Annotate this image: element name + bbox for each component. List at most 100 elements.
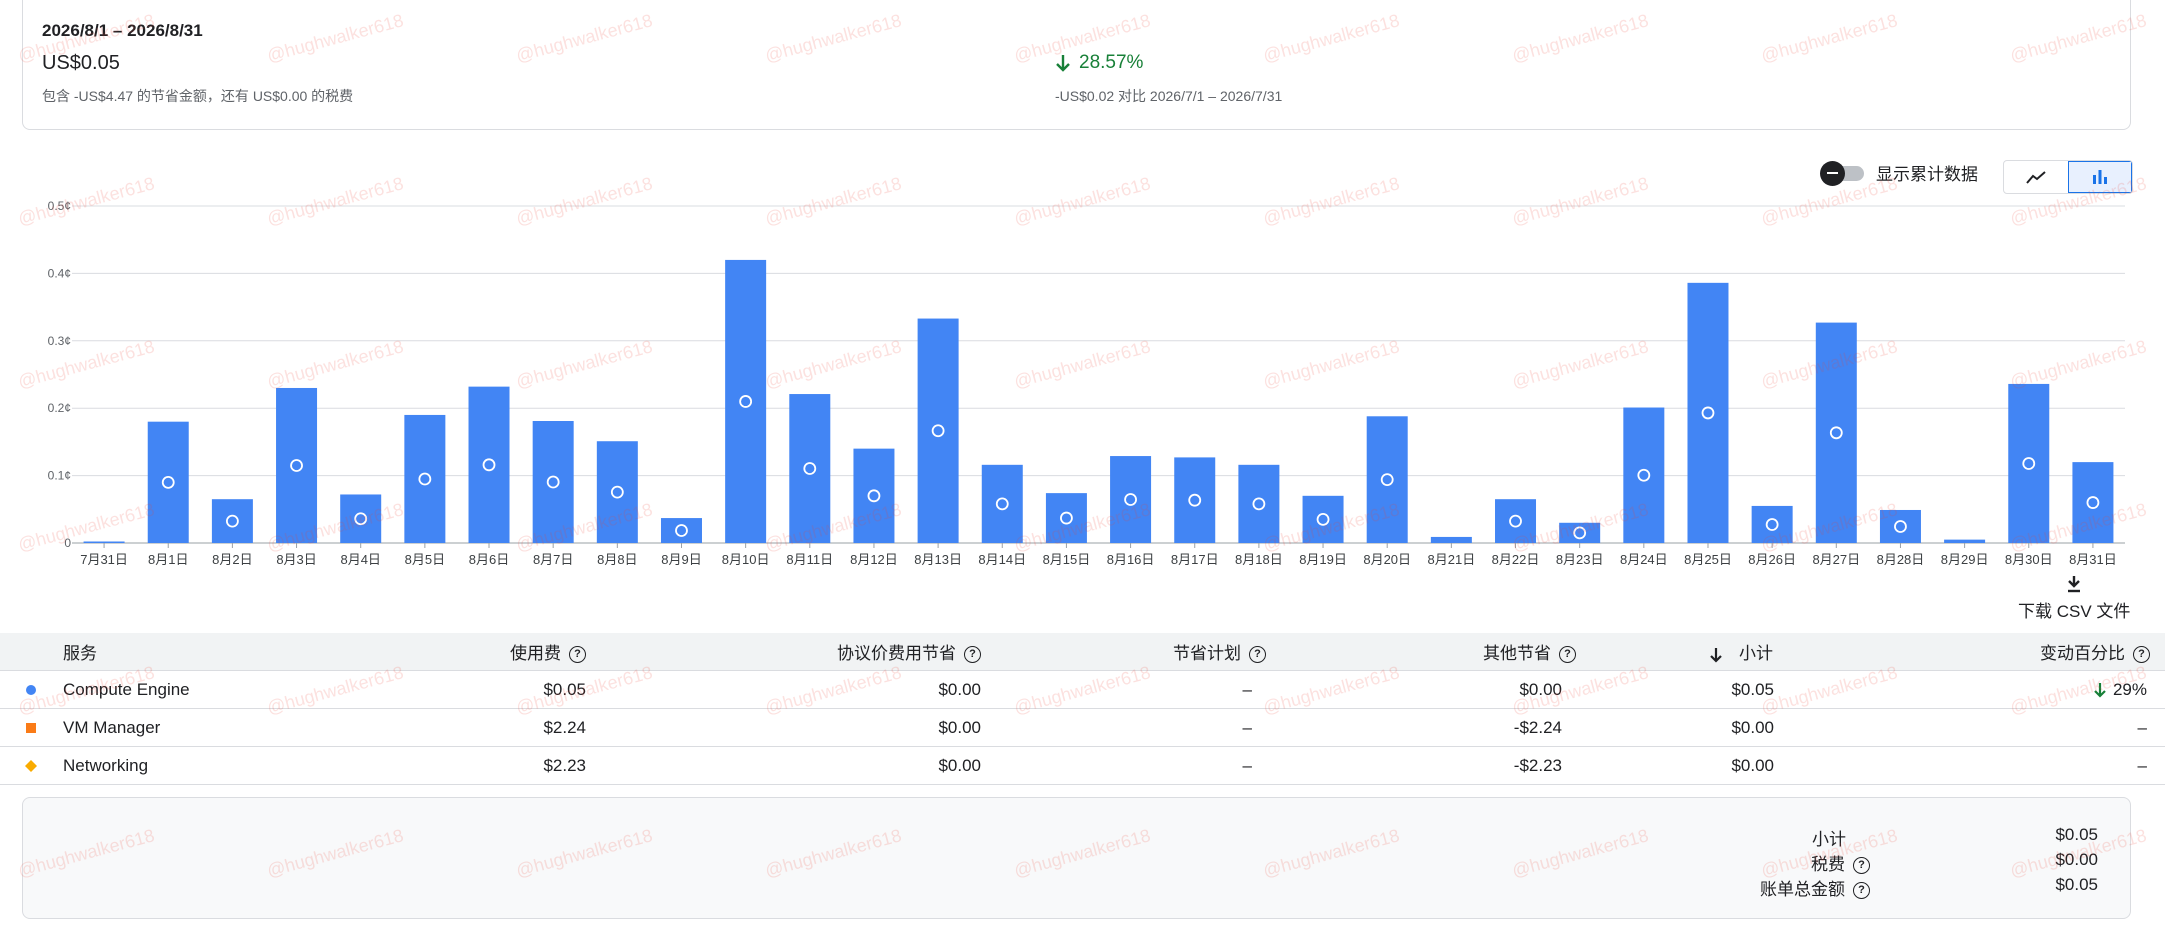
bar[interactable] <box>1687 282 1729 543</box>
arrow-down-icon <box>2094 683 2106 698</box>
help-icon[interactable]: ? <box>569 646 586 664</box>
usage-cost: $2.23 <box>442 746 587 785</box>
cost-note: 包含 -US$4.47 的节省金额，还有 US$0.00 的税费 <box>42 88 354 104</box>
tax-value: $0.00 <box>2055 850 2098 869</box>
table-row[interactable]: Networking $2.23 $0.00 – -$2.23 $0.00 – <box>0 746 2165 785</box>
x-tick-label: 8月5日 <box>405 552 445 567</box>
download-csv-button[interactable]: 下载 CSV 文件 <box>2018 575 2130 622</box>
y-tick-label: 0 <box>64 536 71 550</box>
bar[interactable] <box>660 518 702 543</box>
tax-label: 税费? <box>1811 850 1870 875</box>
bar[interactable] <box>1495 499 1537 543</box>
bar[interactable] <box>596 441 638 543</box>
cumulative-toggle[interactable] <box>1820 160 1866 186</box>
x-tick-label: 8月15日 <box>1043 552 1091 567</box>
bar[interactable] <box>1559 522 1601 543</box>
bar[interactable] <box>1430 536 1472 543</box>
help-icon[interactable]: ? <box>1249 646 1266 664</box>
change-pct-cell: – <box>1802 746 2165 785</box>
bar[interactable] <box>468 386 510 543</box>
x-tick-label: 8月2日 <box>212 552 252 567</box>
x-tick-label: 8月9日 <box>661 552 701 567</box>
service-name: Compute Engine <box>62 670 442 709</box>
bar[interactable] <box>725 259 767 543</box>
bar[interactable] <box>83 541 125 544</box>
x-tick-label: 8月21日 <box>1428 552 1476 567</box>
bar[interactable] <box>1944 539 1986 543</box>
col-service[interactable]: 服务 <box>62 633 442 671</box>
x-tick-label: 8月13日 <box>914 552 962 567</box>
bar[interactable] <box>981 464 1023 543</box>
help-icon[interactable]: ? <box>1559 646 1576 664</box>
series-marker-circle <box>26 685 36 696</box>
x-tick-label: 8月20日 <box>1363 552 1411 567</box>
table-row[interactable]: Compute Engine $0.05 $0.00 – $0.00 $0.05… <box>0 670 2165 709</box>
change-percent: 28.57% <box>1079 52 1144 73</box>
bar[interactable] <box>1045 493 1087 543</box>
bar-view-button[interactable] <box>2067 161 2132 193</box>
bar[interactable] <box>1366 416 1408 543</box>
bar[interactable] <box>853 448 895 543</box>
col-negotiated[interactable]: 协议价费用节省? <box>587 633 982 671</box>
table-row[interactable]: VM Manager $2.24 $0.00 – -$2.24 $0.00 – <box>0 708 2165 747</box>
bar[interactable] <box>532 421 574 543</box>
table-header-row: 服务 使用费? 协议价费用节省? 节省计划? 其他节省? 小计 变动百分比? <box>0 633 2165 671</box>
x-tick-label: 8月12日 <box>850 552 898 567</box>
usage-cost: $2.24 <box>442 708 587 747</box>
other-savings: $0.00 <box>1287 670 1597 709</box>
x-tick-label: 8月28日 <box>1877 552 1925 567</box>
help-icon[interactable]: ? <box>2133 646 2150 664</box>
x-tick-label: 8月29日 <box>1941 552 1989 567</box>
col-other[interactable]: 其他节省? <box>1287 633 1597 671</box>
bar[interactable] <box>404 414 446 543</box>
bar[interactable] <box>1879 509 1921 543</box>
col-subtotal[interactable]: 小计 <box>1597 633 1802 671</box>
x-tick-label: 8月6日 <box>469 552 509 567</box>
series-marker-square <box>26 723 36 734</box>
bar[interactable] <box>1110 456 1152 543</box>
x-tick-label: 8月31日 <box>2069 552 2117 567</box>
cumulative-label: 显示累计数据 <box>1876 165 1978 184</box>
bar[interactable] <box>1302 495 1344 543</box>
help-icon[interactable]: ? <box>1853 882 1870 900</box>
download-icon <box>2068 576 2081 593</box>
bar[interactable] <box>211 499 253 543</box>
negotiated-savings: $0.00 <box>587 746 982 785</box>
bar[interactable] <box>1174 457 1216 543</box>
bar-chart-icon <box>2093 170 2108 184</box>
y-tick-label: 0.1¢ <box>48 469 71 483</box>
line-chart-icon <box>2025 171 2046 184</box>
help-icon[interactable]: ? <box>1853 857 1870 875</box>
help-icon[interactable]: ? <box>964 646 981 664</box>
usage-cost: $0.05 <box>442 670 587 709</box>
bar[interactable] <box>2008 383 2050 543</box>
bar[interactable] <box>1623 407 1665 543</box>
x-tick-label: 8月14日 <box>978 552 1026 567</box>
change-pct-cell: – <box>1802 708 2165 747</box>
bar[interactable] <box>917 318 959 543</box>
x-tick-label: 8月27日 <box>1812 552 1860 567</box>
col-usage[interactable]: 使用费? <box>442 633 587 671</box>
compare-period: -US$0.02 对比 2026/7/1 – 2026/7/31 <box>1055 88 1283 104</box>
bar[interactable] <box>1815 322 1857 543</box>
x-tick-label: 8月18日 <box>1235 552 1283 567</box>
bar[interactable] <box>276 387 318 543</box>
bar[interactable] <box>2072 462 2114 543</box>
negotiated-savings: $0.00 <box>587 708 982 747</box>
service-name: VM Manager <box>62 708 442 747</box>
line-view-button[interactable] <box>2004 161 2068 193</box>
x-tick-label: 8月8日 <box>597 552 637 567</box>
subtotal: $0.05 <box>1597 670 1802 709</box>
subtotal-label: 小计 <box>1812 830 1846 849</box>
bar[interactable] <box>340 494 382 543</box>
x-tick-label: 8月22日 <box>1492 552 1540 567</box>
subtotal: $0.00 <box>1597 708 1802 747</box>
bar[interactable] <box>789 394 831 543</box>
col-savings-plan[interactable]: 节省计划? <box>982 633 1287 671</box>
bar[interactable] <box>1751 505 1793 543</box>
x-tick-label: 7月31日 <box>80 552 128 567</box>
other-savings: -$2.23 <box>1287 746 1597 785</box>
col-pct[interactable]: 变动百分比? <box>1802 633 2165 671</box>
bar[interactable] <box>147 421 189 543</box>
bar[interactable] <box>1238 464 1280 543</box>
